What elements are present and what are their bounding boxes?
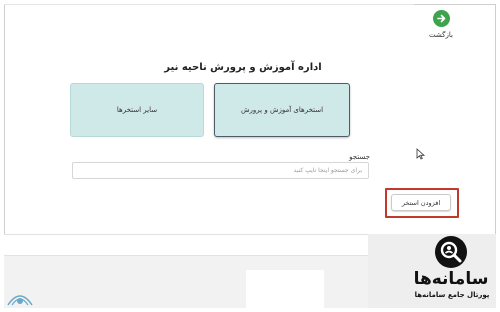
education-pools-label: استخرهای آموزش و پرورش <box>241 106 324 114</box>
page-title: اداره آموزش و پرورش ناحیه نیر <box>164 62 322 73</box>
add-pool-label: افزودن استخر <box>401 198 441 207</box>
back-label: بازگشت <box>429 31 453 39</box>
back-button[interactable]: بازگشت <box>421 6 461 46</box>
arrow-right-icon <box>432 10 450 27</box>
education-pools-card[interactable]: استخرهای آموزش و پرورش <box>214 83 350 137</box>
lower-panel <box>246 270 324 308</box>
brand-name: سامانه‌ها <box>413 269 489 289</box>
mouse-cursor-icon <box>416 148 426 160</box>
other-pools-card[interactable]: سایر استخرها <box>70 83 204 137</box>
other-pools-label: سایر استخرها <box>116 106 158 114</box>
brand-watermark: سامانه‌ها پورتال جامع سامانه‌ها <box>405 236 497 308</box>
search-label: جستجو <box>349 153 370 161</box>
top-divider <box>4 4 414 5</box>
search-input[interactable]: برای جستجو اینجا تایپ کنید <box>72 162 369 179</box>
brand-logo-icon <box>435 236 467 268</box>
add-pool-button[interactable]: افزودن استخر <box>391 194 451 211</box>
emblem-icon <box>7 295 33 306</box>
footer-band <box>4 234 368 256</box>
brand-tagline: پورتال جامع سامانه‌ها <box>414 291 490 299</box>
